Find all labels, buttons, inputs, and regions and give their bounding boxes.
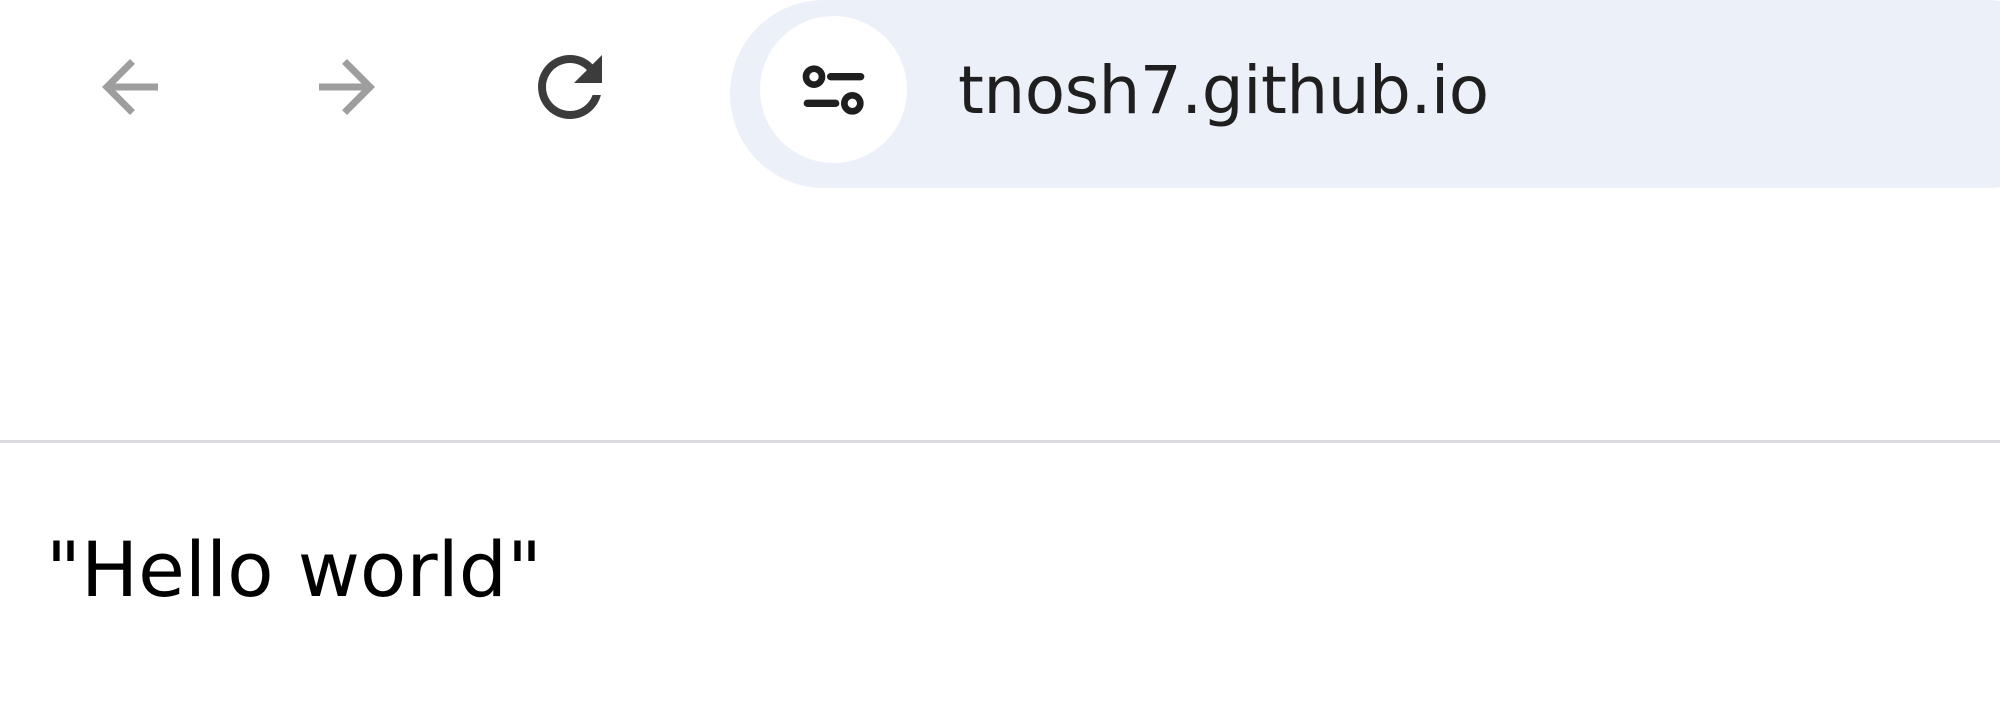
arrow-right-icon — [319, 59, 375, 115]
url-text[interactable]: tnosh7.github.io — [958, 46, 1489, 136]
tune-icon — [802, 64, 864, 115]
page-body-text: "Hello world" — [46, 525, 542, 614]
arrow-left-icon — [102, 59, 158, 115]
site-info-button[interactable] — [760, 16, 907, 163]
back-button[interactable] — [75, 32, 185, 142]
reload-icon — [538, 54, 602, 119]
forward-button[interactable] — [292, 32, 402, 142]
browser-toolbar: tnosh7.github.io — [0, 0, 2000, 188]
page-divider — [0, 440, 2000, 443]
reload-button[interactable] — [515, 32, 625, 142]
